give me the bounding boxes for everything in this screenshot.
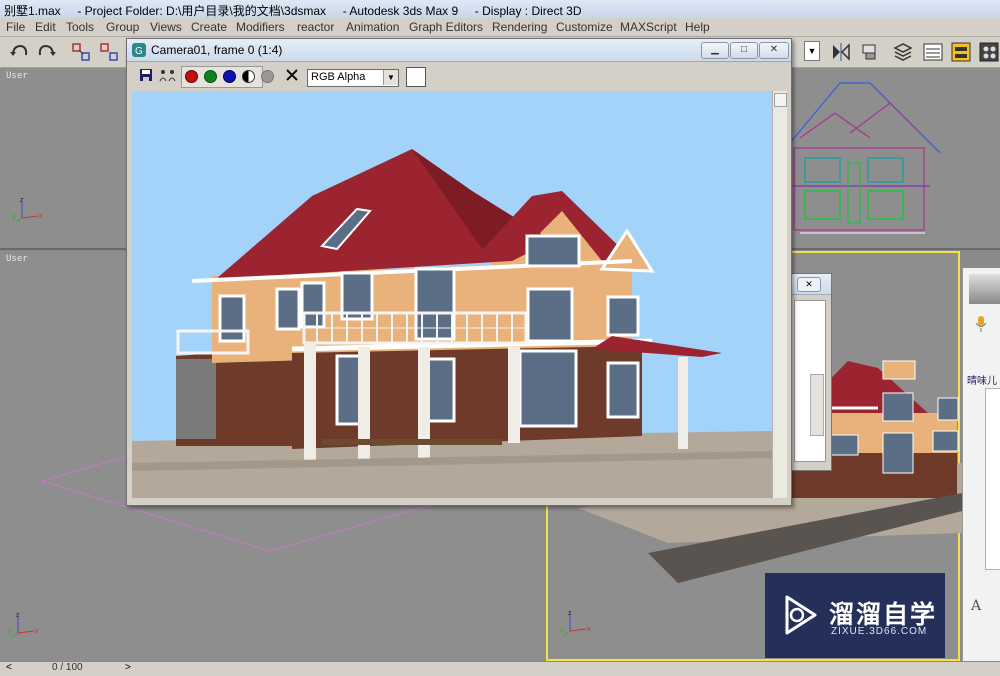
time-slider-label[interactable]: 0 / 100 xyxy=(52,662,83,673)
unlink-icon[interactable] xyxy=(98,41,120,63)
layers-icon[interactable] xyxy=(892,41,914,63)
menu-views[interactable]: Views xyxy=(150,20,182,34)
chat-name: 晴味儿 xyxy=(967,376,997,387)
frame-window-toolbar: RGB Alpha ▼ xyxy=(131,63,785,89)
menu-animation[interactable]: Animation xyxy=(346,20,399,34)
chevron-down-icon[interactable]: ▼ xyxy=(383,70,398,85)
blue-channel-toggle[interactable] xyxy=(223,70,236,83)
clear-icon[interactable] xyxy=(285,68,299,82)
minimize-button[interactable]: ▁ xyxy=(701,42,729,59)
svg-text:z: z xyxy=(16,612,20,619)
svg-text:x: x xyxy=(587,626,591,633)
watermark-logo: 溜溜自学 ZIXUE.3D66.COM xyxy=(765,573,945,658)
title-bar: 别墅1.max - Project Folder: D:\用户目录\我的文档\3… xyxy=(0,0,1000,19)
3dsmax-app-icon: G xyxy=(132,43,146,57)
menu-modifiers[interactable]: Modifiers xyxy=(236,20,285,34)
select-link-icon[interactable] xyxy=(70,41,92,63)
window-title: 别墅1.max - Project Folder: D:\用户目录\我的文档\3… xyxy=(4,4,582,18)
axis-gizmo-icon: z x y xyxy=(560,610,591,636)
channel-select-value: RGB Alpha xyxy=(311,71,366,83)
monochrome-toggle[interactable] xyxy=(261,70,274,83)
maximize-button[interactable]: □ xyxy=(730,42,758,59)
menu-maxscript[interactable]: MAXScript xyxy=(620,20,677,34)
secondary-dialog[interactable]: ✕ xyxy=(790,273,832,471)
play-logo-icon xyxy=(785,595,817,635)
svg-text:y: y xyxy=(560,626,564,633)
time-next-button[interactable]: > xyxy=(125,662,131,673)
frame-window-titlebar: G Camera01, frame 0 (1:4) ▁ □ ✕ xyxy=(127,39,791,62)
menu-create[interactable]: Create xyxy=(191,20,227,34)
chat-message-box[interactable] xyxy=(985,388,1000,570)
svg-text:z: z xyxy=(20,197,24,204)
mirror-icon[interactable] xyxy=(830,41,852,63)
svg-text:x: x xyxy=(39,213,43,220)
svg-text:y: y xyxy=(12,213,16,220)
viewport-top-right[interactable] xyxy=(790,68,1000,250)
rendered-frame-window[interactable]: G Camera01, frame 0 (1:4) ▁ □ ✕ RGB Alph… xyxy=(126,38,792,506)
wireframe-house xyxy=(790,82,941,234)
axis-gizmo-icon: z x y xyxy=(12,197,43,223)
scrollbar[interactable] xyxy=(810,374,824,436)
font-button[interactable]: A xyxy=(971,598,981,614)
material-editor-icon[interactable] xyxy=(978,41,1000,63)
clone-window-icon[interactable] xyxy=(159,68,177,82)
viewport-label: User xyxy=(6,71,28,81)
alpha-channel-toggle[interactable] xyxy=(242,70,255,83)
render-canvas xyxy=(132,91,772,498)
align-icon[interactable] xyxy=(858,41,880,63)
scroll-thumb[interactable] xyxy=(774,93,787,107)
green-channel-toggle[interactable] xyxy=(204,70,217,83)
menu-help[interactable]: Help xyxy=(685,20,710,34)
close-button[interactable]: ✕ xyxy=(759,42,789,59)
axis-gizmo-icon: z x y xyxy=(8,612,39,638)
rendered-house-image xyxy=(132,91,772,498)
menu-rendering[interactable]: Rendering xyxy=(492,20,547,34)
undo-icon[interactable] xyxy=(8,41,30,63)
menu-reactor[interactable]: reactor xyxy=(297,20,334,34)
frame-window-title: Camera01, frame 0 (1:4) xyxy=(151,43,283,57)
watermark-url: ZIXUE.3D66.COM xyxy=(831,626,928,637)
menu-graph-editors[interactable]: Graph Editors xyxy=(409,20,483,34)
menu-bar: File Edit Tools Group Views Create Modif… xyxy=(0,18,1000,37)
color-swatch[interactable] xyxy=(406,67,426,87)
red-channel-toggle[interactable] xyxy=(185,70,198,83)
vertical-scrollbar[interactable] xyxy=(772,91,787,498)
avatar xyxy=(969,274,1000,304)
svg-text:G: G xyxy=(135,46,143,57)
microphone-icon[interactable] xyxy=(973,314,989,334)
chat-panel: 晴味儿 A xyxy=(962,268,1000,668)
channel-select[interactable]: RGB Alpha ▼ xyxy=(307,69,399,87)
svg-text:y: y xyxy=(8,628,12,635)
close-button[interactable]: ✕ xyxy=(797,277,821,292)
curve-editor-icon[interactable] xyxy=(922,41,944,63)
svg-text:x: x xyxy=(35,628,39,635)
toolbar-dropdown-arrow[interactable]: ▼ xyxy=(804,41,820,61)
viewport-top-left[interactable]: User z x y xyxy=(0,68,128,250)
schematic-view-icon[interactable] xyxy=(950,41,972,63)
menu-file[interactable]: File xyxy=(6,20,25,34)
svg-text:z: z xyxy=(568,610,572,617)
time-prev-button[interactable]: < xyxy=(6,662,12,673)
dialog-titlebar: ✕ xyxy=(791,274,831,295)
status-bar: < 0 / 100 > xyxy=(0,661,1000,676)
menu-customize[interactable]: Customize xyxy=(556,20,613,34)
menu-tools[interactable]: Tools xyxy=(66,20,94,34)
save-icon[interactable] xyxy=(139,68,153,82)
menu-edit[interactable]: Edit xyxy=(35,20,56,34)
menu-group[interactable]: Group xyxy=(106,20,139,34)
redo-icon[interactable] xyxy=(36,41,58,63)
